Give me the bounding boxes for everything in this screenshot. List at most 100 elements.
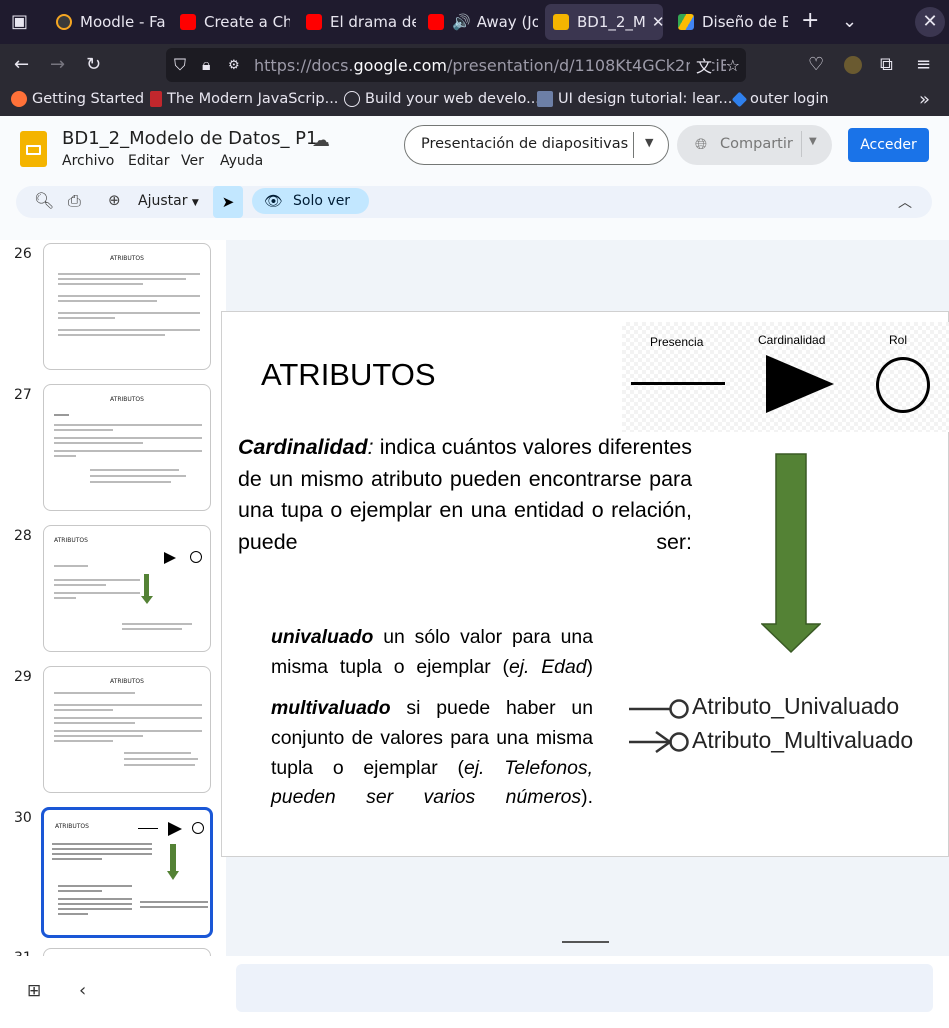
pocket-icon[interactable]: ♡ [808, 56, 824, 74]
bookmark-item[interactable]: outer login [731, 91, 829, 107]
browser-tab[interactable]: Moodle - Fa [48, 4, 166, 40]
chevron-down-icon[interactable]: ⌄ [842, 13, 857, 31]
thumbnail-title: ATRIBUTOS [110, 396, 144, 403]
zoom-label: Ajustar [138, 193, 188, 209]
tab-title: Moodle - Fa [80, 13, 166, 31]
globe-icon [344, 91, 360, 107]
print-icon[interactable]: ⎙ [68, 191, 81, 211]
browser-tab[interactable]: 🔊 Away (Jo [420, 4, 538, 40]
zoom-icon[interactable]: ⊕ [108, 191, 121, 209]
profile-avatar-icon[interactable] [844, 56, 862, 74]
slide-filmstrip[interactable]: 26 ATRIBUTOS 27 ATRIBUTOS 28 ATRIBUTOS 2… [0, 240, 226, 956]
thumbnail-text-lines [140, 898, 208, 911]
menu-ayuda[interactable]: Ayuda [220, 153, 263, 169]
legend-cardinality-label: Cardinalidad [758, 333, 826, 347]
grid-view-icon[interactable]: ⊞ [27, 981, 41, 1001]
browser-tab-active[interactable]: BD1_2_M ✕ [545, 4, 663, 40]
thumbnail-text-lines [58, 882, 132, 918]
permissions-icon[interactable]: ⚙ [228, 58, 240, 73]
notes-resize-handle[interactable] [562, 941, 609, 943]
slide-number: 27 [14, 387, 32, 403]
shield-icon[interactable]: ⛉ [174, 55, 186, 75]
speaker-icon[interactable]: 🔊 [452, 13, 471, 31]
thumbnail-circle [190, 551, 202, 563]
collapse-filmstrip-icon[interactable]: ‹ [79, 980, 86, 1001]
url-path: /presentation/d/1108Kt4GCk2m-ciE [446, 55, 730, 75]
slide-thumbnail[interactable]: ATRIBUTOS [43, 666, 211, 793]
close-window-icon[interactable]: ✕ [915, 7, 945, 37]
sign-in-button[interactable]: Acceder [848, 128, 929, 162]
legend-role-label: Rol [889, 333, 908, 347]
drive-icon [678, 14, 694, 30]
reload-icon[interactable]: ↻ [86, 56, 101, 74]
attribute-connectors [629, 699, 689, 754]
moodle-icon [56, 14, 72, 30]
thumbnail-title: ATRIBUTOS [54, 537, 88, 544]
thumbnail-text-lines [52, 840, 152, 863]
univalued-example: ej. Edad [508, 655, 587, 678]
menu-editar[interactable]: Editar [128, 153, 169, 169]
close-tab-icon[interactable]: ✕ [652, 13, 663, 31]
eye-icon: 👁︎ [264, 192, 284, 210]
slide-number: 26 [14, 246, 32, 262]
present-dropdown-icon[interactable]: ▼ [645, 136, 653, 149]
hamburger-menu-icon[interactable]: ≡ [916, 56, 931, 74]
menu-ver[interactable]: Ver [181, 153, 204, 169]
slide-thumbnail[interactable]: ATRIBUTOS [43, 384, 211, 511]
bookmark-star-icon[interactable]: ☆ [725, 55, 740, 75]
more-bookmarks-icon[interactable]: » [919, 91, 930, 109]
tab-list-icon[interactable]: ▣ [11, 13, 28, 31]
back-icon[interactable]: ← [14, 56, 29, 74]
bookmark-label: The Modern JavaScrip... [167, 91, 339, 107]
forward-icon[interactable]: → [50, 56, 65, 74]
extensions-icon[interactable]: ⧉ [880, 56, 893, 74]
slide-number: 28 [14, 528, 32, 544]
url-domain: google.com [353, 55, 447, 75]
globe-icon: 🌐︎ [695, 135, 708, 153]
thumbnail-line [138, 828, 158, 829]
thumbnail-arrowhead [167, 871, 179, 880]
collapse-toolbar-icon[interactable]: ︿ [898, 192, 912, 212]
url-bar[interactable]: ⛉ 🔒︎ ⚙ https://docs. google.com/presentat… [166, 48, 746, 82]
univalued-description: univaluado un sólo valor para una misma … [271, 623, 593, 682]
thumbnail-text-lines [54, 411, 202, 483]
present-button[interactable]: Presentación de diapositivas [421, 136, 628, 152]
slide-thumbnail[interactable] [43, 948, 211, 956]
attribute-multivalued-label: Atributo_Multivaluado [692, 727, 914, 753]
slide-thumbnail[interactable]: ATRIBUTOS [43, 525, 211, 652]
select-tool-icon[interactable]: ➤ [213, 186, 243, 218]
image-icon [537, 91, 553, 107]
share-button-group: 🌐︎ Compartir ▼ [677, 125, 832, 165]
role-circle [876, 357, 930, 413]
browser-tab[interactable]: Diseño de B [670, 4, 788, 40]
slide-thumbnail-selected[interactable]: ATRIBUTOS [41, 807, 213, 938]
new-tab-icon[interactable]: + [801, 10, 819, 32]
speaker-notes-area[interactable] [236, 964, 933, 1012]
slides-logo-icon[interactable] [20, 131, 47, 167]
bookmark-item[interactable]: The Modern JavaScrip... [150, 91, 338, 107]
thumbnail-text-lines [54, 689, 202, 766]
browser-tab[interactable]: El drama de [298, 4, 416, 40]
slide-thumbnail[interactable]: ATRIBUTOS [43, 243, 211, 370]
thumbnail-text-lines [58, 270, 200, 339]
share-dropdown-icon[interactable]: ▼ [809, 136, 817, 147]
javascript-icon [150, 91, 162, 107]
bookmark-label: outer login [750, 91, 829, 107]
bookmark-item[interactable]: UI design tutorial: lear... [537, 91, 732, 107]
view-only-badge[interactable]: 👁︎ Solo ver [252, 188, 369, 214]
document-title[interactable]: BD1_2_Modelo de Datos_ P1 [62, 128, 317, 149]
bookmark-item[interactable]: Build your web develo... [344, 91, 540, 107]
univalued-term: univaluado [271, 626, 374, 648]
share-button[interactable]: Compartir [720, 136, 793, 152]
lock-icon[interactable]: 🔒︎ [202, 55, 211, 75]
cloud-status-icon[interactable]: ☁ [312, 130, 330, 151]
cardinality-triangle [766, 355, 834, 413]
view-only-label: Solo ver [293, 193, 351, 209]
tab-title: Create a Che [204, 13, 290, 31]
browser-tab[interactable]: Create a Che [172, 4, 290, 40]
bookmark-item[interactable]: Getting Started [11, 91, 144, 107]
translate-icon[interactable]: 文 [689, 53, 712, 77]
menu-archivo[interactable]: Archivo [62, 153, 114, 169]
search-icon[interactable]: 🔍︎ [34, 191, 54, 210]
zoom-select[interactable]: Ajustar ▼ [138, 193, 199, 209]
